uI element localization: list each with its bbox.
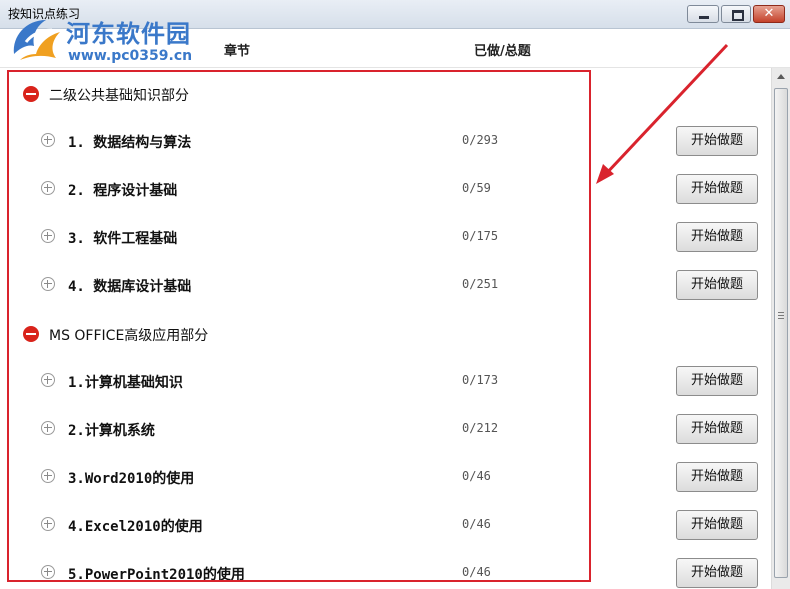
start-practice-button[interactable]: 开始做题 [676, 462, 758, 492]
vertical-scrollbar[interactable] [771, 68, 790, 589]
start-practice-button[interactable]: 开始做题 [676, 174, 758, 204]
start-practice-button[interactable]: 开始做题 [676, 222, 758, 252]
minimize-icon [688, 6, 718, 22]
start-practice-button[interactable]: 开始做题 [676, 366, 758, 396]
watermark-logo-icon [13, 20, 60, 60]
start-practice-button[interactable]: 开始做题 [676, 558, 758, 588]
maximize-button[interactable] [721, 5, 751, 23]
watermark-url: www.pc0359.cn [68, 48, 193, 64]
scroll-up-icon[interactable] [772, 68, 790, 85]
chapter-column-header: 章节 [224, 44, 251, 59]
done-total-column-header: 已做/总题 [474, 44, 531, 59]
start-practice-button[interactable]: 开始做题 [676, 126, 758, 156]
close-button[interactable]: ✕ [753, 5, 785, 23]
close-icon: ✕ [763, 6, 775, 21]
minimize-button[interactable] [687, 5, 719, 23]
watermark: 河东软件园 www.pc0359.cn [6, 14, 216, 70]
start-practice-button[interactable]: 开始做题 [676, 414, 758, 444]
maximize-icon [722, 6, 750, 22]
highlight-box [7, 70, 591, 582]
start-practice-button[interactable]: 开始做题 [676, 270, 758, 300]
watermark-name: 河东软件园 [66, 19, 191, 48]
scrollbar-thumb[interactable] [774, 88, 788, 578]
grip-icon [778, 312, 784, 319]
start-practice-button[interactable]: 开始做题 [676, 510, 758, 540]
